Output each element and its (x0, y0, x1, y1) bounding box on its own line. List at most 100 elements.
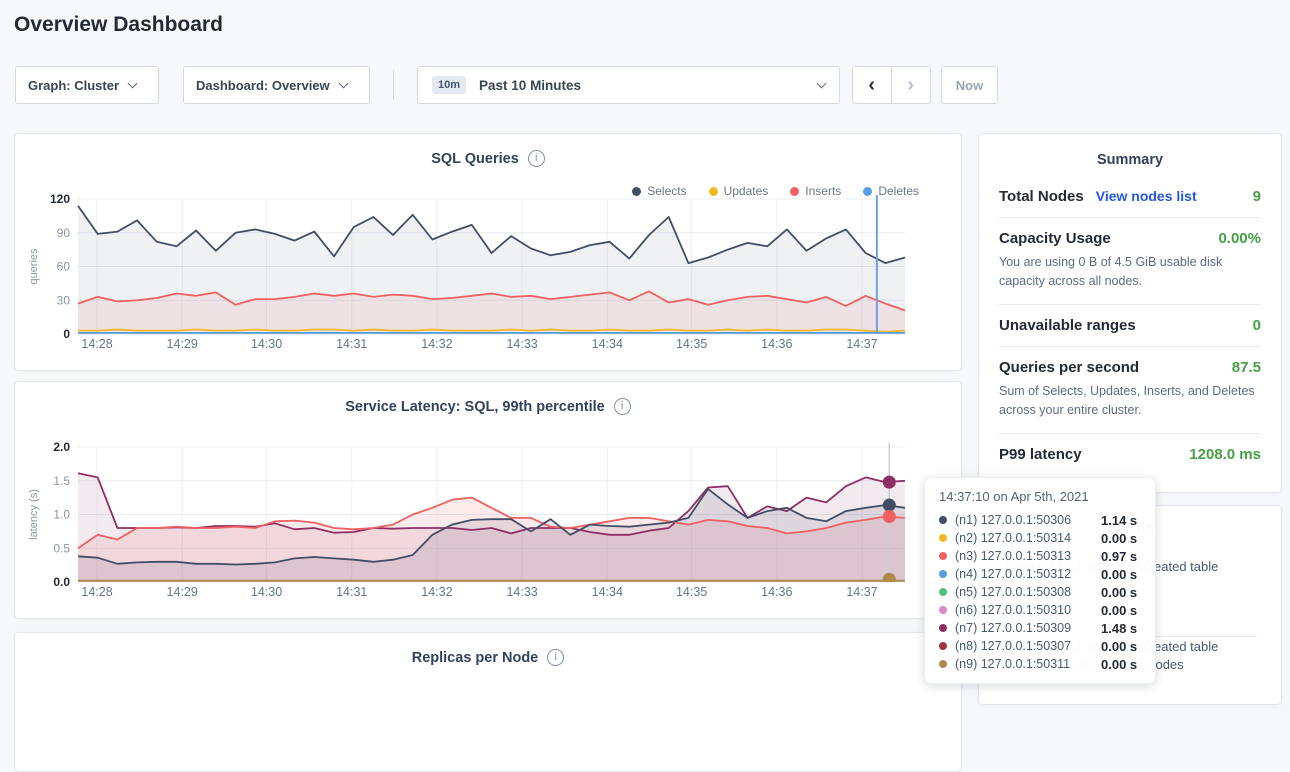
tooltip-node-value: 0.00 s (1101, 585, 1137, 600)
tooltip-node-row: (n3) 127.0.0.1:503130.97 s (939, 547, 1141, 565)
info-icon[interactable]: i (547, 649, 564, 666)
service-latency-chart[interactable]: 14:28 14:29 14:30 14:31 14:32 14:33 14:34 14:35… (15, 437, 961, 605)
series-color-dot (939, 624, 947, 632)
series-color-dot (939, 534, 947, 542)
series-color-dot (939, 606, 947, 614)
svg-text:14:36: 14:36 (761, 337, 792, 351)
tooltip-node-label: (n3) 127.0.0.1:50313 (955, 549, 1101, 563)
p99-latency-value: 1208.0 ms (1189, 446, 1261, 463)
summary-row-capacity: Capacity Usage 0.00% (999, 230, 1261, 247)
time-window-dropdown[interactable]: 10m Past 10 Minutes (417, 66, 840, 104)
chevron-down-icon (128, 78, 138, 88)
svg-text:14:37: 14:37 (846, 585, 877, 599)
p99-latency-label: P99 latency (999, 446, 1082, 463)
time-prev-button[interactable]: ‹ (853, 67, 892, 103)
total-nodes-value: 9 (1253, 188, 1261, 205)
svg-text:0.5: 0.5 (53, 541, 70, 555)
view-nodes-list-link[interactable]: View nodes list (1096, 188, 1197, 204)
svg-text:120: 120 (50, 192, 70, 206)
tooltip-node-row: (n4) 127.0.0.1:503120.00 s (939, 565, 1141, 583)
time-window-badge: 10m (432, 76, 466, 94)
capacity-usage-label: Capacity Usage (999, 230, 1111, 247)
tooltip-node-value: 1.14 s (1101, 513, 1137, 528)
svg-text:14:28: 14:28 (81, 337, 112, 351)
svg-text:1.0: 1.0 (53, 508, 70, 522)
controls-divider (393, 70, 394, 100)
series-color-dot (939, 642, 947, 650)
tooltip-node-label: (n9) 127.0.0.1:50311 (955, 657, 1101, 671)
svg-text:14:34: 14:34 (592, 337, 623, 351)
replicas-per-node-title: Replicas per Node (412, 650, 539, 666)
time-next-button[interactable]: › (892, 67, 931, 103)
tooltip-node-label: (n8) 127.0.0.1:50307 (955, 639, 1101, 653)
svg-text:14:31: 14:31 (336, 585, 367, 599)
svg-text:1.5: 1.5 (53, 474, 70, 488)
dashboard-dropdown[interactable]: Dashboard: Overview (183, 66, 370, 104)
summary-title: Summary (999, 152, 1261, 168)
svg-text:14:31: 14:31 (336, 337, 367, 351)
dashboard-dropdown-label: Dashboard: Overview (196, 78, 330, 93)
graph-dropdown[interactable]: Graph: Cluster (15, 66, 159, 104)
tooltip-node-row: (n8) 127.0.0.1:503070.00 s (939, 637, 1141, 655)
tooltip-node-row: (n2) 127.0.0.1:503140.00 s (939, 529, 1141, 547)
svg-text:0: 0 (63, 327, 70, 341)
svg-text:14:32: 14:32 (421, 585, 452, 599)
tooltip-node-row: (n5) 127.0.0.1:503080.00 s (939, 583, 1141, 601)
qps-description: Sum of Selects, Updates, Inserts, and De… (999, 382, 1261, 421)
time-window-label: Past 10 Minutes (479, 78, 581, 93)
tooltip-node-value: 0.00 s (1101, 567, 1137, 582)
svg-text:14:35: 14:35 (676, 337, 707, 351)
svg-text:14:28: 14:28 (81, 585, 112, 599)
total-nodes-label: Total Nodes (999, 188, 1084, 205)
svg-text:14:33: 14:33 (506, 337, 537, 351)
capacity-usage-value: 0.00% (1218, 230, 1261, 247)
summary-row-p99: P99 latency 1208.0 ms (999, 446, 1261, 463)
chevron-down-icon (817, 78, 827, 88)
svg-text:14:33: 14:33 (506, 585, 537, 599)
divider (999, 304, 1261, 305)
page-title: Overview Dashboard (14, 13, 223, 37)
svg-text:queries: queries (28, 248, 40, 285)
divider (999, 433, 1261, 434)
tooltip-node-row: (n9) 127.0.0.1:503110.00 s (939, 655, 1141, 673)
sql-queries-chart[interactable]: 14:2814:2914:3014:3114:3214:3314:3414:35… (15, 189, 961, 357)
tooltip-node-label: (n5) 127.0.0.1:50308 (955, 585, 1101, 599)
tooltip-node-value: 0.97 s (1101, 549, 1137, 564)
svg-text:14:29: 14:29 (167, 585, 198, 599)
now-button[interactable]: Now (941, 66, 998, 104)
qps-value: 87.5 (1232, 359, 1261, 376)
qps-label: Queries per second (999, 359, 1139, 376)
svg-text:0.0: 0.0 (53, 575, 70, 589)
summary-row-total-nodes: Total Nodes View nodes list 9 (999, 188, 1261, 205)
svg-text:90: 90 (57, 226, 71, 240)
tooltip-node-row: (n6) 127.0.0.1:503100.00 s (939, 601, 1141, 619)
svg-text:latency (s): latency (s) (28, 489, 40, 540)
series-color-dot (939, 588, 947, 596)
info-icon[interactable]: i (528, 150, 545, 167)
svg-text:14:34: 14:34 (592, 585, 623, 599)
tooltip-node-label: (n6) 127.0.0.1:50310 (955, 603, 1101, 617)
svg-text:14:36: 14:36 (761, 585, 792, 599)
svg-text:14:30: 14:30 (251, 585, 282, 599)
summary-panel: Summary Total Nodes View nodes list 9 Ca… (978, 133, 1282, 493)
tooltip-node-value: 0.00 s (1101, 603, 1137, 618)
tooltip-node-value: 0.00 s (1101, 639, 1137, 654)
tooltip-node-label: (n7) 127.0.0.1:50309 (955, 621, 1101, 635)
svg-text:14:30: 14:30 (251, 337, 282, 351)
svg-text:14:37: 14:37 (846, 337, 877, 351)
tooltip-node-label: (n2) 127.0.0.1:50314 (955, 531, 1101, 545)
graph-dropdown-label: Graph: Cluster (28, 78, 119, 93)
svg-text:14:35: 14:35 (676, 585, 707, 599)
chevron-down-icon (338, 78, 348, 88)
tooltip-node-value: 0.00 s (1101, 531, 1137, 546)
tooltip-timestamp: 14:37:10 on Apr 5th, 2021 (939, 489, 1141, 504)
unavailable-ranges-value: 0 (1253, 317, 1261, 334)
series-color-dot (939, 570, 947, 578)
replicas-per-node-panel: Replicas per Node i (14, 632, 962, 772)
info-icon[interactable]: i (614, 398, 631, 415)
tooltip-node-label: (n4) 127.0.0.1:50312 (955, 567, 1101, 581)
svg-text:14:29: 14:29 (167, 337, 198, 351)
tooltip-node-value: 1.48 s (1101, 621, 1137, 636)
series-color-dot (939, 552, 947, 560)
tooltip-node-value: 0.00 s (1101, 657, 1137, 672)
